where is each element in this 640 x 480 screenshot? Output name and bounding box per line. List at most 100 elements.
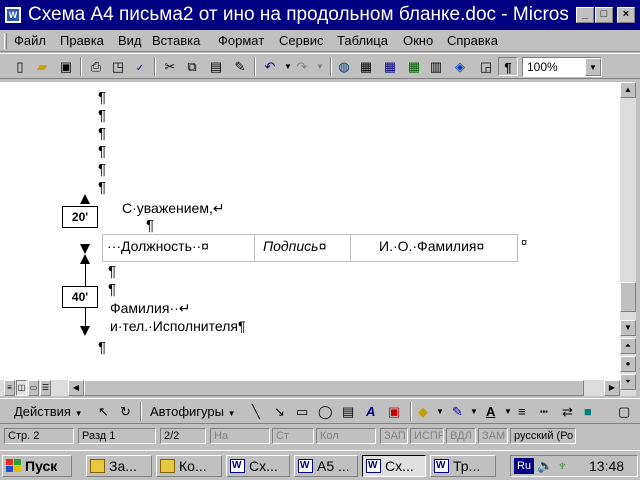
format-painter-icon[interactable]: ✎ — [230, 57, 250, 76]
open-folder-icon[interactable]: ▰ — [32, 57, 52, 76]
status-bar: Стр. 2 Разд 1 2/2 На Ст Кол ЗАП ИСПР ВДЛ… — [0, 426, 640, 446]
vertical-scroll-thumb[interactable] — [620, 282, 636, 312]
maximize-button[interactable]: □ — [595, 7, 613, 23]
start-button[interactable]: Пуск — [2, 455, 72, 477]
zoom-select[interactable]: 100% ▼ — [522, 57, 602, 77]
window-title: Схема А4 письма2 от ино на продольном бл… — [28, 4, 568, 25]
taskbar-item-active[interactable]: Сх... — [362, 455, 426, 477]
document-map-icon[interactable]: ◲ — [476, 57, 496, 76]
menu-help[interactable]: Справка — [447, 33, 498, 48]
next-page-icon[interactable]: ⏷ — [620, 374, 636, 390]
line-color-icon[interactable]: ✎ — [452, 402, 463, 421]
document-area[interactable]: ¶ ¶ ¶ ¶ ¶ ¶ 20' С·уважением,↵ ¶ ···Должн… — [0, 82, 620, 380]
menu-view[interactable]: Вид — [118, 33, 142, 48]
word-document-icon — [366, 459, 381, 473]
redo-dropdown-icon[interactable]: ▼ — [310, 57, 330, 76]
chevron-down-icon[interactable]: ▼ — [585, 58, 601, 76]
paragraph-mark: ¶ — [98, 107, 107, 124]
3d-icon[interactable]: ▢ — [618, 402, 630, 421]
menu-insert[interactable]: Вставка — [152, 33, 200, 48]
menu-table[interactable]: Таблица — [337, 33, 388, 48]
vertical-scrollbar[interactable]: ▲ ▼ ⏶ ● ⏷ — [620, 82, 636, 396]
shadow-icon[interactable]: ■ — [584, 402, 592, 421]
print-preview-icon[interactable]: ◳ — [108, 57, 128, 76]
print-layout-view-icon[interactable]: ▭ — [28, 380, 39, 396]
cut-icon[interactable]: ✂ — [160, 57, 180, 76]
title-bar[interactable]: W Схема А4 письма2 от ино на продольном … — [0, 0, 640, 30]
taskbar-item-label: А5 ... — [317, 458, 350, 474]
copy-icon[interactable]: ⧉ — [182, 57, 202, 76]
menu-grip[interactable] — [4, 33, 7, 49]
status-language[interactable]: русский (Ро — [510, 428, 576, 444]
redo-icon[interactable]: ↷ — [292, 57, 312, 76]
actions-menu[interactable]: Действия ▼ — [14, 402, 83, 421]
language-indicator[interactable]: Ru — [514, 458, 534, 474]
text-box-icon[interactable]: ▤ — [342, 402, 354, 421]
menu-window[interactable]: Окно — [403, 33, 433, 48]
fill-color-icon[interactable]: ◆ — [418, 402, 428, 421]
scroll-left-icon[interactable]: ◀ — [68, 380, 84, 396]
normal-view-icon[interactable]: ≡ — [4, 380, 15, 396]
drawing-icon[interactable]: ◈ — [450, 57, 470, 76]
menu-format[interactable]: Формат — [218, 33, 264, 48]
free-rotate-icon[interactable]: ↻ — [120, 402, 131, 421]
insert-excel-icon[interactable]: ▦ — [404, 57, 424, 76]
arrow-tool-icon[interactable]: ↘ — [274, 402, 285, 421]
hyperlink-icon[interactable]: ◍ — [334, 57, 354, 76]
menu-tools[interactable]: Сервис — [279, 33, 324, 48]
minimize-button[interactable]: _ — [576, 7, 594, 23]
previous-page-icon[interactable]: ⏶ — [620, 338, 636, 354]
chevron-down-icon[interactable]: ▼ — [436, 402, 444, 421]
status-track-changes[interactable]: ИСПР — [410, 428, 444, 444]
select-objects-icon[interactable]: ↖ — [98, 402, 109, 421]
web-layout-view-icon[interactable]: ◫ — [16, 380, 27, 396]
insert-table-icon[interactable]: ▦ — [380, 57, 400, 76]
taskbar-item-label: Тр... — [453, 458, 481, 474]
chevron-down-icon[interactable]: ▼ — [470, 402, 478, 421]
oval-tool-icon[interactable]: ◯ — [318, 402, 333, 421]
undo-icon[interactable]: ↶ — [260, 57, 280, 76]
menu-edit[interactable]: Правка — [60, 33, 104, 48]
tables-borders-icon[interactable]: ▦ — [356, 57, 376, 76]
show-formatting-icon[interactable]: ¶ — [498, 57, 518, 76]
dimension-arrow-up-icon — [80, 194, 90, 204]
new-document-icon[interactable]: ▯ — [10, 57, 30, 76]
font-color-icon[interactable]: A — [486, 402, 495, 421]
taskbar-item[interactable]: Ко... — [156, 455, 222, 477]
outline-view-icon[interactable]: ☰ — [40, 380, 51, 396]
wordart-icon[interactable]: A — [366, 402, 375, 421]
antivirus-icon[interactable]: ♆ — [557, 457, 568, 473]
scroll-down-icon[interactable]: ▼ — [620, 320, 636, 336]
taskbar-item[interactable]: А5 ... — [294, 455, 358, 477]
dash-style-icon[interactable]: ┅ — [540, 402, 548, 421]
rectangle-tool-icon[interactable]: ▭ — [296, 402, 308, 421]
paste-icon[interactable]: ▤ — [206, 57, 226, 76]
word-app-icon[interactable]: W — [4, 6, 22, 24]
scroll-up-icon[interactable]: ▲ — [620, 82, 636, 98]
horizontal-scrollbar[interactable]: ≡ ◫ ▭ ☰ ◀ ▶ — [0, 380, 620, 396]
taskbar-item-label: Сх... — [385, 458, 414, 474]
insert-clipart-icon[interactable]: ▣ — [388, 402, 400, 421]
taskbar-item[interactable]: За... — [86, 455, 152, 477]
scroll-right-icon[interactable]: ▶ — [604, 380, 620, 396]
chevron-down-icon[interactable]: ▼ — [504, 402, 512, 421]
columns-icon[interactable]: ▥ — [426, 57, 446, 76]
select-browse-object-icon[interactable]: ● — [620, 356, 636, 372]
menu-file[interactable]: Файл — [14, 33, 46, 48]
close-button[interactable]: × — [617, 7, 635, 23]
autoshapes-menu[interactable]: Автофигуры ▼ — [150, 402, 236, 421]
save-icon[interactable]: ▣ — [56, 57, 76, 76]
horizontal-scroll-thumb[interactable] — [84, 380, 584, 396]
taskbar-item[interactable]: Сх... — [226, 455, 290, 477]
status-record[interactable]: ЗАП — [380, 428, 408, 444]
arrow-style-icon[interactable]: ⇄ — [562, 402, 573, 421]
print-icon[interactable]: ⎙ — [86, 57, 106, 76]
status-overtype[interactable]: ЗАМ — [478, 428, 508, 444]
line-tool-icon[interactable]: ╲ — [252, 402, 260, 421]
taskbar-item[interactable]: Тр... — [430, 455, 496, 477]
clock[interactable]: 13:48 — [589, 458, 624, 474]
volume-icon[interactable]: 🔈 — [537, 458, 553, 474]
spelling-icon[interactable]: ✓ — [130, 57, 150, 76]
status-extend[interactable]: ВДЛ — [446, 428, 476, 444]
line-style-icon[interactable]: ≡ — [518, 402, 526, 421]
